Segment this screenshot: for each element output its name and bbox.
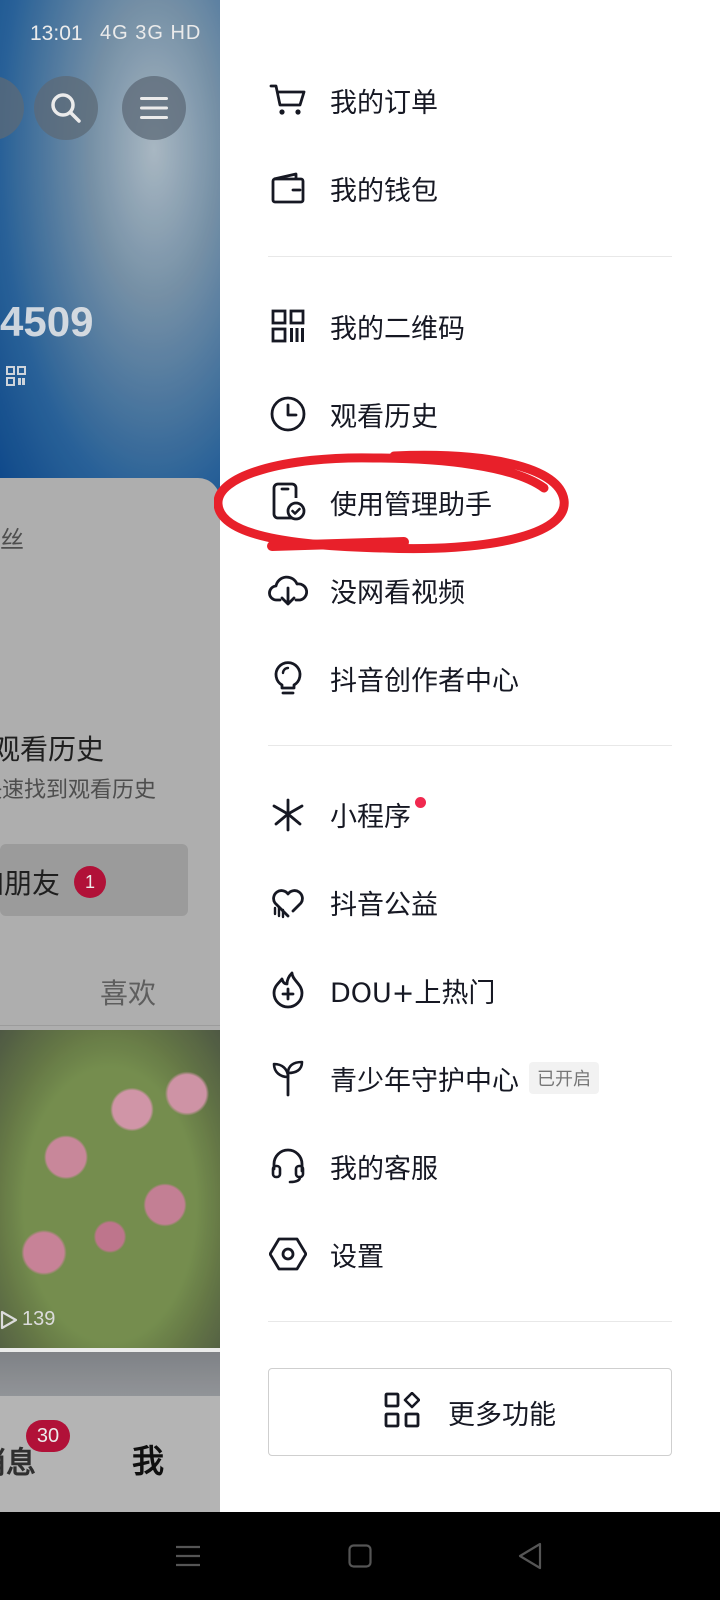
status-time: 13:01 xyxy=(30,22,83,45)
status-network: 4G 3G HD xyxy=(100,22,202,44)
back-triangle-icon xyxy=(518,1542,542,1570)
menu-item-label: 抖音公益 xyxy=(330,889,438,921)
wallet-icon xyxy=(268,168,308,208)
menu-lines-icon xyxy=(176,1545,200,1567)
video-views-count: 139 xyxy=(22,1308,56,1330)
recent-apps-button[interactable] xyxy=(166,1534,210,1578)
menu-item-mini-programs[interactable]: 小程序 xyxy=(268,784,688,844)
system-nav-bar xyxy=(0,1512,720,1600)
menu-item-settings[interactable]: 设置 xyxy=(268,1224,688,1284)
friends-badge: 1 xyxy=(74,866,106,898)
menu-item-label: 小程序 xyxy=(330,801,411,833)
hamburger-icon xyxy=(140,97,168,119)
qr-mini-icon xyxy=(6,366,26,386)
menu-item-label: 我的客服 xyxy=(330,1153,438,1185)
home-button[interactable] xyxy=(338,1534,382,1578)
menu-item-dou-plus[interactable]: DOU+上热门 xyxy=(268,960,688,1020)
menu-item-watch-history[interactable]: 观看历史 xyxy=(268,384,688,444)
menu-divider xyxy=(268,1321,672,1322)
menu-item-label: 使用管理助手 xyxy=(330,489,492,521)
menu-divider xyxy=(268,256,672,257)
sprout-icon xyxy=(268,1058,308,1098)
tab-divider xyxy=(0,1025,220,1026)
fire-plus-icon xyxy=(268,970,308,1010)
menu-item-orders[interactable]: 我的订单 xyxy=(268,70,688,130)
add-friends-label: 加朋友 xyxy=(0,867,61,900)
menu-item-label: DOU+上热门 xyxy=(330,977,496,1009)
profile-background: 13:01 4G 3G HD 4509 丝 观看历史 快速找到观看历史 加朋友 … xyxy=(0,0,220,1512)
menu-item-usage-assistant[interactable]: 使用管理助手 xyxy=(268,472,688,532)
phone-check-icon xyxy=(268,482,308,522)
history-card-title[interactable]: 观看历史 xyxy=(0,728,104,768)
menu-item-charity[interactable]: 抖音公益 xyxy=(268,872,688,932)
user-id-fragment: 4509 xyxy=(0,298,94,345)
more-features-button[interactable]: 更多功能 xyxy=(268,1368,672,1456)
status-badge: 已开启 xyxy=(529,1062,599,1094)
menu-item-label: 设置 xyxy=(330,1241,384,1273)
menu-item-label: 观看历史 xyxy=(330,401,438,433)
search-button[interactable] xyxy=(34,76,98,140)
tab-likes[interactable]: 喜欢 xyxy=(100,972,156,1012)
menu-item-offline-video[interactable]: 没网看视频 xyxy=(268,560,688,620)
cloud-download-icon xyxy=(268,570,308,610)
menu-button[interactable] xyxy=(122,76,186,140)
video-thumbnail[interactable] xyxy=(0,1030,220,1348)
video-thumbnail[interactable] xyxy=(0,1352,220,1396)
heart-hand-icon xyxy=(268,882,308,922)
menu-divider xyxy=(268,745,672,746)
menu-item-label: 抖音创作者中心 xyxy=(330,665,519,697)
menu-item-label-wrap: 小程序 xyxy=(330,795,426,834)
menu-item-label: 我的订单 xyxy=(330,87,438,119)
lightbulb-icon xyxy=(268,658,308,698)
menu-item-label: 没网看视频 xyxy=(330,577,465,609)
video-views: 139 xyxy=(0,1308,55,1331)
more-features-label: 更多功能 xyxy=(448,1399,556,1431)
profile-header-background xyxy=(0,0,220,500)
play-icon xyxy=(0,1310,18,1329)
clock-icon xyxy=(268,394,308,434)
menu-item-label: 青少年守护中心 xyxy=(330,1065,519,1097)
menu-item-label: 我的钱包 xyxy=(330,175,438,207)
back-button[interactable] xyxy=(508,1534,552,1578)
cart-icon xyxy=(268,80,308,120)
mini-program-icon xyxy=(268,794,308,834)
menu-item-qr-code[interactable]: 我的二维码 xyxy=(268,296,688,356)
square-icon xyxy=(348,1544,372,1568)
grid-icon xyxy=(384,1391,421,1432)
menu-item-creator-center[interactable]: 抖音创作者中心 xyxy=(268,648,688,708)
fans-label: 丝 xyxy=(0,526,24,554)
menu-item-youth-protection[interactable]: 青少年守护中心 已开启 xyxy=(268,1048,688,1108)
settings-icon xyxy=(268,1234,308,1274)
history-card-subtitle: 快速找到观看历史 xyxy=(0,778,157,803)
messages-badge: 30 xyxy=(26,1420,70,1452)
menu-item-label: 我的二维码 xyxy=(330,313,465,345)
nav-me[interactable]: 我 xyxy=(132,1436,164,1482)
menu-item-customer-service[interactable]: 我的客服 xyxy=(268,1136,688,1196)
headset-icon xyxy=(268,1146,308,1186)
search-icon xyxy=(51,93,81,123)
side-drawer: 我的订单 我的钱包 我的二维码 观看历史 使用管理助手 没网看视频 抖音创作者中… xyxy=(220,0,720,1512)
menu-item-wallet[interactable]: 我的钱包 xyxy=(268,158,688,218)
notification-dot xyxy=(415,796,426,808)
qr-code-icon xyxy=(268,306,308,346)
